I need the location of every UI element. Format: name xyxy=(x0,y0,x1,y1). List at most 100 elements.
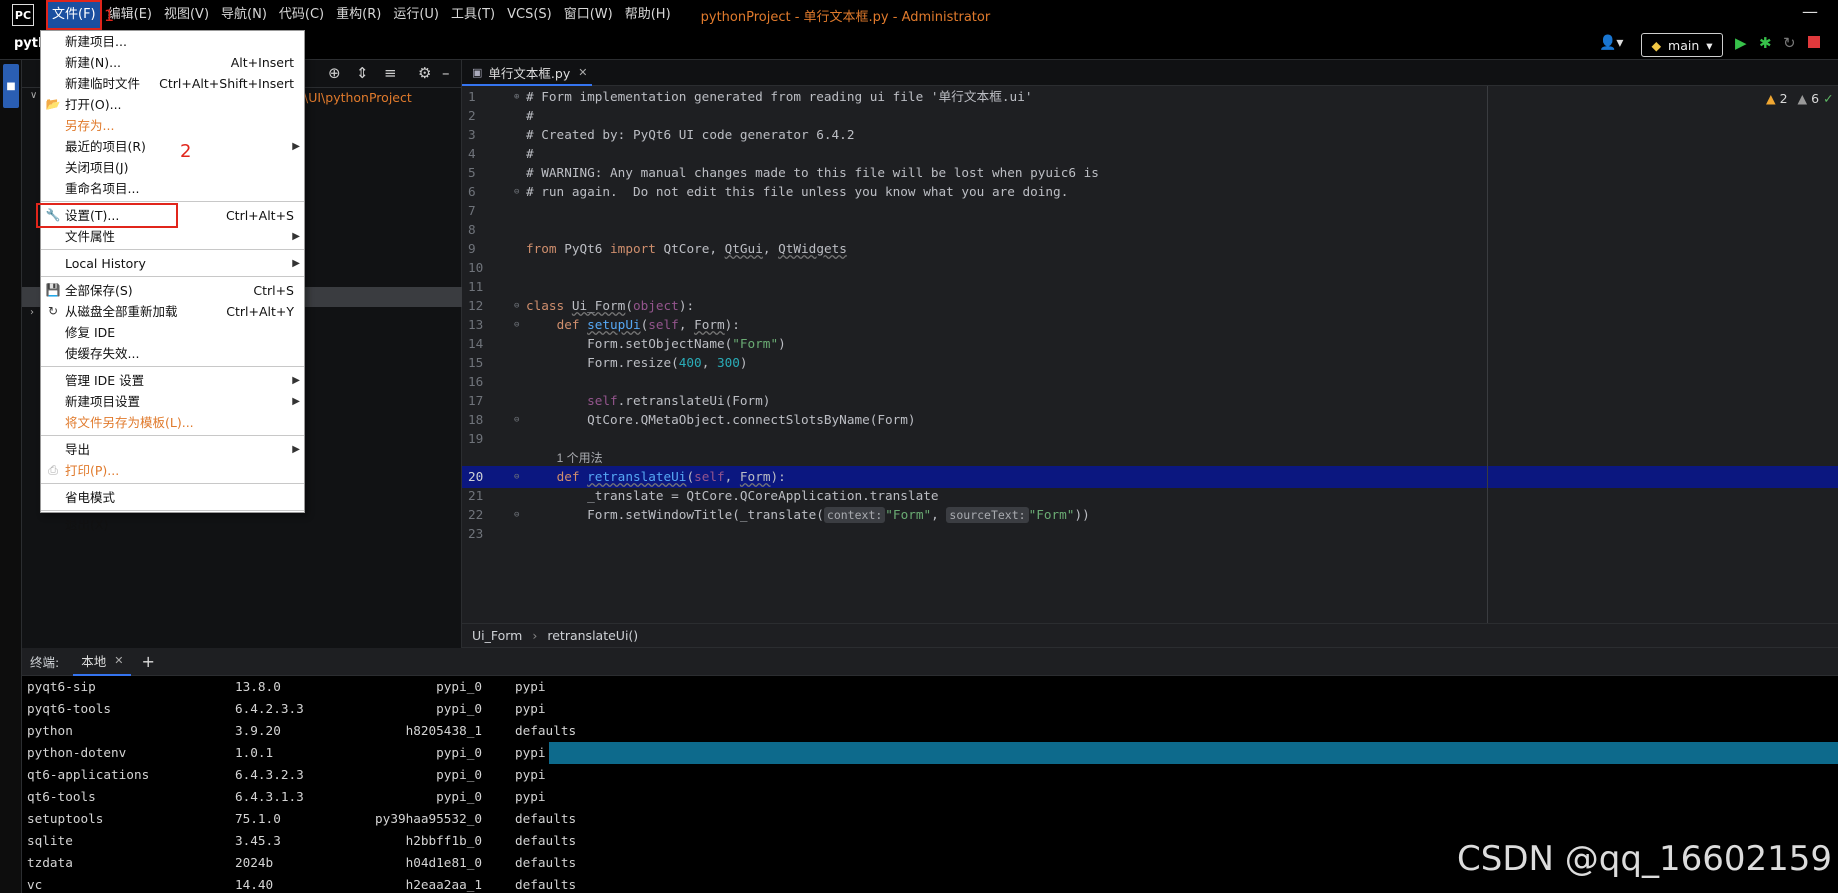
breadcrumb-class[interactable]: Ui_Form xyxy=(472,628,522,643)
minimize-button[interactable]: — xyxy=(1802,2,1818,21)
terminal-row: pyqt6-tools 6.4.2.3.3 pypi_0 pypi xyxy=(27,701,546,716)
breadcrumb: Ui_Form › retranslateUi() xyxy=(462,623,1838,648)
profile-icon[interactable]: ↻ xyxy=(1783,34,1796,52)
user-icon[interactable]: 👤▾ xyxy=(1599,35,1623,51)
param-hint: context: xyxy=(823,507,886,523)
menu-reload-all[interactable]: ↻ 从磁盘全部重新加载 Ctrl+Alt+Y xyxy=(41,301,304,322)
menu-window[interactable]: 窗口(W) xyxy=(558,0,619,30)
menu-manage-ide-settings[interactable]: 管理 IDE 设置 ▶ xyxy=(41,370,304,391)
menu-code[interactable]: 代码(C) xyxy=(273,0,330,30)
terminal-title: 终端: xyxy=(30,655,60,670)
chevron-right-icon: ▶ xyxy=(292,396,300,407)
run-icon[interactable]: ▶ xyxy=(1735,34,1747,52)
terminal-output[interactable]: pyqt6-sip 13.8.0 pypi_0 pypi pyqt6-tools 6.4… xyxy=(22,676,1838,893)
menu-rename-project[interactable]: 重命名项目... xyxy=(41,178,304,199)
refresh-icon: ↻ xyxy=(47,304,59,318)
menu-separator xyxy=(41,364,304,367)
menu-file[interactable]: 文件(F) xyxy=(46,0,102,30)
check-icon: ✓ xyxy=(1823,91,1834,106)
menu-separator xyxy=(41,247,304,250)
menu-navigate[interactable]: 导航(N) xyxy=(215,0,273,30)
menu-recent-projects[interactable]: 最近的项目(R) ▶ xyxy=(41,136,304,157)
menu-power-save[interactable]: 省电模式 xyxy=(41,487,304,508)
close-icon[interactable]: ✕ xyxy=(114,654,123,667)
project-tool-window-icon[interactable]: ■ xyxy=(3,64,19,108)
csdn-watermark: CSDN @qq_16602159 xyxy=(1457,839,1832,879)
menu-vcs[interactable]: VCS(S) xyxy=(501,0,558,30)
menu-new[interactable]: 新建(N)... Alt+Insert xyxy=(41,52,304,73)
right-margin-guide xyxy=(1487,86,1488,623)
menu-save-as-template: 将文件另存为模板(L)... xyxy=(65,415,194,430)
annotation-number-2: 2 xyxy=(180,141,192,162)
editor-tab-bar: ▣ 单行文本框.py ✕ xyxy=(462,60,1838,86)
menu-new-scratch[interactable]: 新建临时文件 Ctrl+Alt+Shift+Insert xyxy=(41,73,304,94)
menu-help[interactable]: 帮助(H) xyxy=(619,0,677,30)
usage-hint[interactable]: 1 个用法 xyxy=(557,451,603,465)
hide-panel-icon[interactable]: – xyxy=(442,64,450,82)
menu-close-project[interactable]: 关闭项目(J) xyxy=(41,157,304,178)
terminal-row: pyqt6-sip 13.8.0 pypi_0 pypi xyxy=(27,679,546,694)
gear-icon[interactable]: ⚙ xyxy=(418,64,431,82)
param-hint: sourceText: xyxy=(946,507,1029,523)
terminal-tab-label: 本地 xyxy=(81,654,107,669)
menu-bar: 文件(F) 编辑(E) 视图(V) 导航(N) 代码(C) 重构(R) 运行(U… xyxy=(46,0,677,30)
menu-save-all[interactable]: 💾 全部保存(S) Ctrl+S xyxy=(41,280,304,301)
python-icon: ◆ xyxy=(1651,37,1662,53)
add-tab-icon[interactable]: + xyxy=(141,652,154,671)
weak-warning-icon: ▲ xyxy=(1797,91,1808,106)
wrench-icon: 🔧 xyxy=(45,208,61,222)
chevron-right-icon: › xyxy=(532,628,538,643)
open-folder-icon: 📂 xyxy=(45,97,61,111)
expand-all-icon[interactable]: ⇕ xyxy=(356,64,369,82)
annotation-number-1: 1 xyxy=(104,6,115,25)
menu-tools[interactable]: 工具(T) xyxy=(445,0,501,30)
collapse-all-icon[interactable]: ≡ xyxy=(384,64,397,82)
menu-repair-ide[interactable]: 修复 IDE xyxy=(41,322,304,343)
title-bar: PC 文件(F) 编辑(E) 视图(V) 导航(N) 代码(C) 重构(R) 运… xyxy=(0,0,1838,30)
chevron-right-icon: ▶ xyxy=(292,258,300,269)
menu-invalidate-caches[interactable]: 使缓存失效... xyxy=(41,343,304,364)
menu-run[interactable]: 运行(U) xyxy=(387,0,445,30)
stop-icon[interactable] xyxy=(1808,36,1820,48)
tree-expand-icon[interactable]: ∨ xyxy=(30,90,37,101)
chevron-right-icon: ▶ xyxy=(292,231,300,242)
tree-collapsed-icon[interactable]: › xyxy=(30,307,34,318)
menu-export[interactable]: 导出 ▶ xyxy=(41,439,304,460)
chevron-down-icon: ▾ xyxy=(1706,37,1713,53)
menu-separator xyxy=(41,433,304,436)
menu-separator xyxy=(41,481,304,484)
menu-open[interactable]: 📂 打开(O)... xyxy=(41,94,304,115)
chevron-right-icon: ▶ xyxy=(292,375,300,386)
menu-separator xyxy=(41,274,304,277)
terminal-tab-local[interactable]: 本地 ✕ xyxy=(73,648,132,676)
debug-icon[interactable]: ✱ xyxy=(1759,34,1772,52)
code-editor[interactable]: 1 ⊕ # Form implementation generated from r… xyxy=(462,86,1838,623)
terminal-header: 终端: 本地 ✕ + xyxy=(22,648,1838,676)
terminal-row: qt6-applications 6.4.3.2.3 pypi_0 pypi xyxy=(27,767,546,782)
run-config-label: main xyxy=(1668,37,1700,53)
pycharm-logo-icon[interactable]: PC xyxy=(12,4,34,26)
menu-view[interactable]: 视图(V) xyxy=(158,0,215,30)
save-icon: 💾 xyxy=(45,283,61,297)
editor-tab[interactable]: ▣ 单行文本框.py ✕ xyxy=(462,60,592,86)
menu-exit[interactable]: 退出(X) xyxy=(41,514,304,535)
menu-new-project[interactable]: 新建项目... xyxy=(41,31,304,52)
python-file-icon: ▣ xyxy=(472,65,483,79)
menu-settings[interactable]: 🔧 设置(T)... Ctrl+Alt+S xyxy=(36,203,304,228)
tool-window-strip: ■ xyxy=(0,60,22,893)
terminal-row: python 3.9.20 h8205438_1 defaults xyxy=(27,723,577,738)
locate-icon[interactable]: ⊕ xyxy=(328,64,341,82)
menu-local-history[interactable]: Local History ▶ xyxy=(41,253,304,274)
warning-icon: ▲ xyxy=(1766,91,1776,106)
menu-file-properties[interactable]: 文件属性 ▶ xyxy=(41,226,304,247)
run-config-select[interactable]: ◆ main ▾ xyxy=(1641,33,1723,57)
editor-tab-label: 单行文本框.py xyxy=(488,65,571,81)
menu-separator xyxy=(41,199,304,202)
breadcrumb-method[interactable]: retranslateUi() xyxy=(547,628,638,643)
inspection-widget[interactable]: ▲ 2 ▲ 6 ✓ xyxy=(1766,91,1834,106)
menu-separator xyxy=(41,508,304,511)
close-icon[interactable]: ✕ xyxy=(578,66,587,79)
menu-new-project-settings[interactable]: 新建项目设置 ▶ xyxy=(41,391,304,412)
menu-refactor[interactable]: 重构(R) xyxy=(330,0,387,30)
folder-icon: ■ xyxy=(6,80,16,92)
